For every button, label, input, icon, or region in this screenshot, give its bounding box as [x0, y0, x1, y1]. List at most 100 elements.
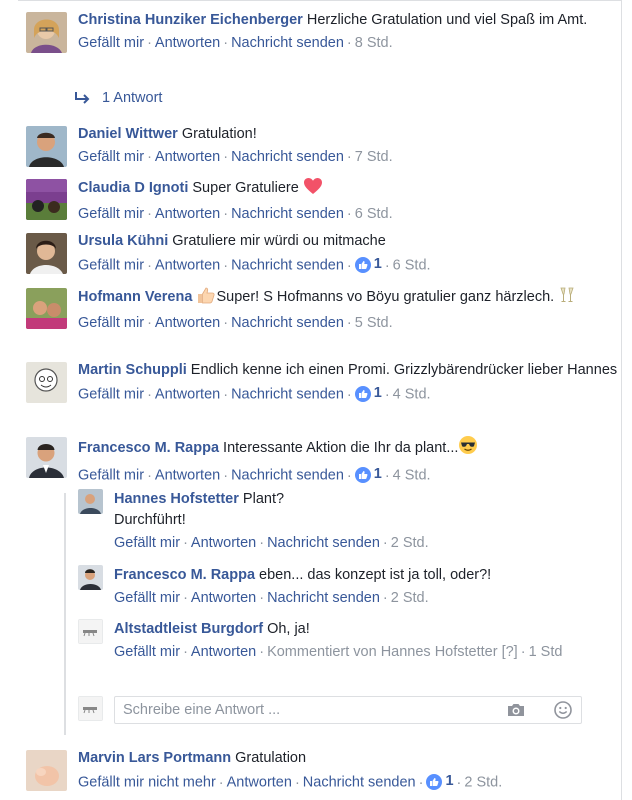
- avatar[interactable]: [78, 489, 103, 514]
- comment-author[interactable]: Christina Hunziker Eichenberger: [78, 12, 303, 28]
- reply-author[interactable]: Altstadtleist Burgdorf: [114, 621, 263, 637]
- reply-meta: Gefällt mir · Antworten · Nachricht senden · 2…: [114, 535, 429, 551]
- like-link[interactable]: Gefällt mir: [78, 468, 144, 484]
- reply-link[interactable]: Antworten: [155, 468, 220, 484]
- message-link[interactable]: Nachricht senden: [231, 387, 344, 403]
- comment-meta: Gefällt mir · Antworten · Nachricht senden · 7…: [78, 149, 393, 165]
- like-link[interactable]: Gefällt mir: [78, 387, 144, 403]
- comment-meta: Gefällt mir · Antworten · Nachricht senden · 1…: [78, 383, 431, 404]
- comment-meta: Gefällt mir · Antworten · Nachricht senden · 1…: [78, 254, 431, 275]
- reply-author[interactable]: Francesco M. Rappa: [114, 567, 255, 583]
- timestamp[interactable]: 2 Std.: [391, 590, 429, 606]
- reply-link[interactable]: Antworten: [155, 258, 220, 274]
- comment-author[interactable]: Claudia D Ignoti: [78, 180, 188, 196]
- reply-link[interactable]: Antworten: [155, 387, 220, 403]
- thumbs-up-icon: [426, 773, 443, 790]
- comment-author[interactable]: Martin Schuppli: [78, 362, 187, 378]
- timestamp[interactable]: 1 Std: [529, 644, 563, 660]
- comment-text: Gratulation: [235, 750, 307, 766]
- like-count[interactable]: 1: [354, 464, 382, 485]
- champagne-emoji-icon: [558, 286, 576, 311]
- reply-link[interactable]: Antworten: [191, 535, 256, 551]
- message-link[interactable]: Nachricht senden: [267, 590, 380, 606]
- avatar[interactable]: [26, 437, 67, 478]
- message-link[interactable]: Nachricht senden: [267, 535, 380, 551]
- like-count[interactable]: 1: [354, 383, 382, 404]
- reply-link[interactable]: Antworten: [155, 206, 220, 222]
- message-link[interactable]: Nachricht senden: [231, 35, 344, 51]
- message-link[interactable]: Nachricht senden: [231, 315, 344, 331]
- emoji-icon[interactable]: [554, 701, 572, 723]
- replies-count: 1 Antwort: [102, 90, 163, 106]
- reply-link[interactable]: Antworten: [191, 590, 256, 606]
- avatar[interactable]: [26, 233, 67, 274]
- reply-text: eben... das konzept ist ja toll, oder?!: [259, 567, 492, 583]
- own-avatar: [78, 696, 103, 721]
- like-link[interactable]: Gefällt mir: [114, 644, 180, 660]
- timestamp[interactable]: 2 Std.: [464, 775, 502, 791]
- avatar[interactable]: [26, 12, 67, 53]
- reply-link[interactable]: Antworten: [227, 775, 292, 791]
- like-link[interactable]: Gefällt mir: [114, 590, 180, 606]
- timestamp[interactable]: 8 Std.: [355, 35, 393, 51]
- view-replies-link[interactable]: 1 Antwort: [74, 88, 162, 111]
- comment-author[interactable]: Francesco M. Rappa: [78, 440, 219, 456]
- comment: Christina Hunziker Eichenberger Herzlich…: [26, 10, 618, 54]
- timestamp[interactable]: 6 Std.: [393, 258, 431, 274]
- info-marker[interactable]: [?]: [502, 644, 518, 660]
- message-link[interactable]: Nachricht senden: [303, 775, 416, 791]
- reply-author[interactable]: Hannes Hofstetter: [114, 491, 239, 507]
- comment-text: Gratulation!: [181, 126, 257, 142]
- avatar[interactable]: [78, 565, 103, 590]
- comment-author[interactable]: Hofmann Verena: [78, 289, 192, 305]
- comment-text: Super! S Hofmanns vo Böyu gratulier ganz…: [216, 289, 555, 305]
- reply-text-line-1: Plant?: [242, 491, 285, 507]
- timestamp[interactable]: 4 Std.: [393, 387, 431, 403]
- reply-link[interactable]: Antworten: [155, 315, 220, 331]
- comment-meta: Gefällt mir · Antworten · Nachricht senden · 1…: [78, 464, 431, 485]
- avatar[interactable]: [26, 126, 67, 167]
- avatar[interactable]: [26, 179, 67, 220]
- message-link[interactable]: Nachricht senden: [231, 149, 344, 165]
- like-count[interactable]: 1: [426, 771, 454, 792]
- thumbs-up-icon: [354, 385, 371, 402]
- comment-meta: Gefällt mir · Antworten · Nachricht senden · 6…: [78, 206, 393, 222]
- panel-border: [621, 0, 622, 800]
- avatar[interactable]: [26, 288, 67, 329]
- like-link[interactable]: Gefällt mir: [78, 315, 144, 331]
- timestamp[interactable]: 5 Std.: [355, 315, 393, 331]
- camera-icon[interactable]: [506, 702, 526, 722]
- like-link[interactable]: Gefällt mir: [78, 35, 144, 51]
- thumbs-up-icon: [354, 466, 371, 483]
- reply-link[interactable]: Antworten: [191, 644, 256, 660]
- avatar[interactable]: [26, 362, 67, 403]
- like-link[interactable]: Gefällt mir: [78, 149, 144, 165]
- avatar[interactable]: [78, 619, 103, 644]
- comment-author[interactable]: Daniel Wittwer: [78, 126, 178, 142]
- comment-author[interactable]: Ursula Kühni: [78, 233, 168, 249]
- reply-link[interactable]: Antworten: [155, 35, 220, 51]
- sunglasses-emoji-icon: [458, 435, 478, 462]
- message-link[interactable]: Nachricht senden: [231, 206, 344, 222]
- comment-text: Super Gratuliere: [192, 180, 299, 196]
- message-link[interactable]: Nachricht senden: [231, 258, 344, 274]
- reply-link[interactable]: Antworten: [155, 149, 220, 165]
- reply-meta: Gefällt mir · Antworten · Nachricht senden · 2…: [114, 590, 429, 606]
- avatar[interactable]: [26, 750, 67, 791]
- message-link[interactable]: Nachricht senden: [231, 468, 344, 484]
- reply: Hannes Hofstetter Plant? Durchführt! Gef…: [78, 489, 618, 554]
- reply: Altstadtleist Burgdorf Oh, ja! Gefällt m…: [78, 619, 618, 663]
- like-count[interactable]: 1: [354, 254, 382, 275]
- timestamp[interactable]: 4 Std.: [393, 468, 431, 484]
- comment-author[interactable]: Marvin Lars Portmann: [78, 750, 231, 766]
- timestamp[interactable]: 6 Std.: [355, 206, 393, 222]
- like-link[interactable]: Gefällt mir: [78, 258, 144, 274]
- timestamp[interactable]: 7 Std.: [355, 149, 393, 165]
- like-link[interactable]: Gefällt mir: [78, 206, 144, 222]
- comment: Ursula Kühni Gratuliere mir würdi ou mit…: [26, 231, 618, 277]
- like-link[interactable]: Gefällt mir: [114, 535, 180, 551]
- reply-arrow-icon: [74, 91, 92, 111]
- unlike-link[interactable]: Gefällt mir nicht mehr: [78, 775, 216, 791]
- comment: Daniel Wittwer Gratulation! Gefällt mir ·…: [26, 124, 618, 168]
- timestamp[interactable]: 2 Std.: [391, 535, 429, 551]
